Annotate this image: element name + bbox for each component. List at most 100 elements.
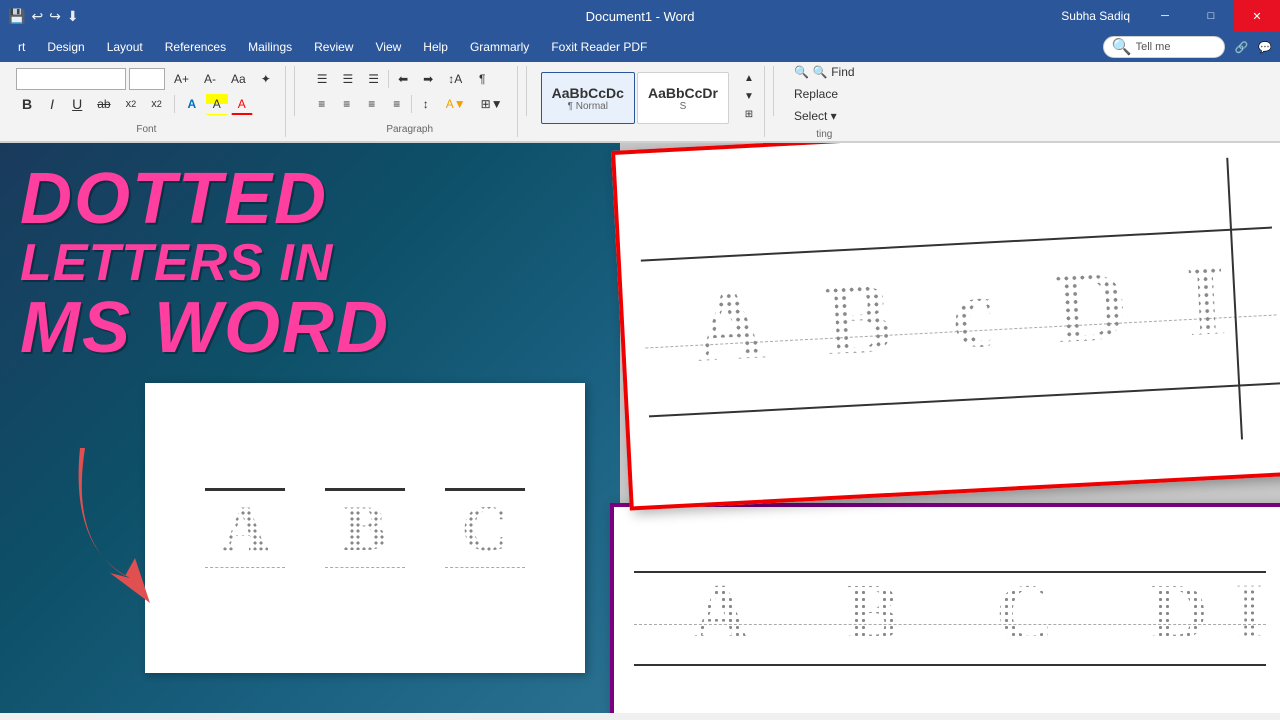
bullets-button[interactable]: ☰ (311, 68, 334, 90)
increase-font-button[interactable]: A+ (168, 68, 195, 90)
font-size-input[interactable]: 12 (129, 68, 165, 90)
toolbar: KG Primary Do 12 A+ A- Aa ✦ B I U ab x2 … (0, 62, 1280, 142)
strikethrough-button[interactable]: ab (91, 93, 116, 115)
decrease-font-button[interactable]: A- (198, 68, 222, 90)
editing-label: ting (790, 129, 859, 140)
style-normal[interactable]: AaBbCcDc ¶ Normal (541, 72, 635, 124)
font-color-button[interactable]: A (231, 93, 253, 115)
font-group: KG Primary Do 12 A+ A- Aa ✦ B I U ab x2 … (8, 66, 286, 137)
line-spacing-button[interactable]: ↕ (415, 93, 437, 115)
decrease-indent-button[interactable]: ⬅ (392, 68, 414, 90)
numbering-button[interactable]: ☰ (337, 68, 360, 90)
find-button[interactable]: 🔍 🔍 Find (790, 63, 859, 81)
highlight-button[interactable]: A (206, 93, 228, 115)
styles-expand-button[interactable]: ⊞ (738, 106, 760, 122)
menu-bar: rt Design Layout References Mailings Rev… (0, 32, 1280, 62)
replace-label: Replace (794, 87, 838, 101)
big-letter-a-bottom: A (692, 568, 750, 659)
align-left-button[interactable]: ≡ (311, 93, 333, 115)
align-center-button[interactable]: ≡ (336, 93, 358, 115)
styles-up-button[interactable]: ▲ (738, 70, 760, 86)
menu-view[interactable]: View (365, 36, 411, 58)
menu-grammarly[interactable]: Grammarly (460, 36, 539, 58)
style-second-name: S (680, 101, 687, 112)
menu-design[interactable]: Design (37, 36, 94, 58)
share-icon[interactable]: 🔗 (1227, 41, 1257, 54)
minimize-button[interactable]: ─ (1142, 0, 1188, 32)
quick-access: 💾 ↩ ↪ ⬇ (0, 8, 79, 25)
change-case-button[interactable]: Aa (225, 68, 252, 90)
big-letter-a-top: A (691, 266, 769, 385)
menu-layout[interactable]: Layout (97, 36, 153, 58)
show-para-button[interactable]: ¶ (471, 68, 493, 90)
save-icon[interactable]: 💾 (8, 8, 25, 25)
title-line2: LETTERS IN (20, 235, 390, 292)
preview-card-top: A B c D I (611, 143, 1280, 511)
menu-rt[interactable]: rt (8, 36, 35, 58)
big-letter-d-bottom: D (1150, 568, 1208, 659)
style-second[interactable]: AaBbCcDr S (637, 72, 729, 124)
title-line1: DOTTED (20, 163, 390, 235)
select-button[interactable]: Select ▾ (790, 107, 859, 125)
superscript-button[interactable]: x2 (145, 93, 168, 115)
window-title: Document1 - Word (586, 9, 695, 24)
big-letter-c-top: c (949, 254, 999, 371)
menu-references[interactable]: References (155, 36, 236, 58)
align-row: ≡ ≡ ≡ ≡ ↕ A▼ ⊞▼ (311, 93, 509, 115)
group-separator-1 (294, 66, 295, 116)
replace-button[interactable]: Replace (790, 85, 859, 103)
tell-me-input[interactable] (1136, 41, 1216, 53)
preview-card-bottom: A B C D I (610, 503, 1280, 713)
separator (411, 95, 412, 113)
ribbon: rt Design Layout References Mailings Rev… (0, 32, 1280, 143)
justify-button[interactable]: ≡ (386, 93, 408, 115)
subscript-button[interactable]: x2 (120, 93, 143, 115)
lined-paper-top: A B c D I (615, 143, 1280, 506)
font-name-row: KG Primary Do 12 A+ A- Aa ✦ (16, 68, 277, 90)
font-group-label: Font (16, 124, 277, 135)
customize-icon[interactable]: ⬇ (67, 8, 79, 25)
select-label: Select ▾ (794, 109, 837, 123)
font-name-input[interactable]: KG Primary Do (16, 68, 126, 90)
align-right-button[interactable]: ≡ (361, 93, 383, 115)
letter-b-container: B (325, 488, 405, 568)
increase-indent-button[interactable]: ➡ (417, 68, 439, 90)
letter-c: C (462, 492, 509, 567)
maximize-button[interactable]: □ (1188, 0, 1234, 32)
paragraph-group-label: Paragraph (311, 124, 509, 135)
sort-button[interactable]: ↕A (442, 68, 468, 90)
letter-c-container: C (445, 488, 525, 568)
border-button[interactable]: ⊞▼ (475, 93, 509, 115)
lined-paper-bottom: A B C D I (614, 507, 1280, 713)
letter-b-cell: B (325, 488, 405, 568)
big-letter-d-top: D (1052, 247, 1130, 366)
style-normal-label: ¶ Normal (568, 101, 608, 112)
comments-icon[interactable]: 💬 (1258, 41, 1272, 54)
menu-review[interactable]: Review (304, 36, 363, 58)
list-row: ☰ ☰ ☰ ⬅ ➡ ↕A ¶ (311, 68, 493, 90)
styles-group: AaBbCcDc ¶ Normal AaBbCcDr S ▲ ▼ ⊞ (535, 66, 765, 137)
multilevel-list-button[interactable]: ☰ (362, 68, 385, 90)
menu-mailings[interactable]: Mailings (238, 36, 302, 58)
window-controls: Subha Sadiq ─ □ ✕ (1049, 0, 1280, 32)
menu-help[interactable]: Help (413, 36, 458, 58)
menu-foxit[interactable]: Foxit Reader PDF (541, 36, 657, 58)
title-bar: 💾 ↩ ↪ ⬇ Document1 - Word Subha Sadiq ─ □… (0, 0, 1280, 32)
underline-button[interactable]: U (66, 93, 88, 115)
italic-button[interactable]: I (41, 93, 63, 115)
editing-group: 🔍 🔍 Find Replace Select ▾ ting (782, 66, 867, 137)
clear-format-button[interactable]: ✦ (255, 68, 277, 90)
close-button[interactable]: ✕ (1234, 0, 1280, 32)
tell-me-search[interactable]: 🔍 (1103, 36, 1225, 58)
search-icon: 🔍 (1112, 37, 1132, 57)
shading-button[interactable]: A▼ (440, 93, 472, 115)
separator (388, 70, 389, 88)
styles-down-button[interactable]: ▼ (738, 88, 760, 104)
styles-scroll: ▲ ▼ ⊞ (738, 70, 760, 122)
big-letter-b-top: B (823, 259, 896, 377)
undo-icon[interactable]: ↩ (31, 8, 43, 25)
text-effects-button[interactable]: A (181, 93, 203, 115)
redo-icon[interactable]: ↪ (49, 8, 61, 25)
overlay-title: DOTTED LETTERS IN MS WORD (20, 163, 390, 364)
bold-button[interactable]: B (16, 93, 38, 115)
